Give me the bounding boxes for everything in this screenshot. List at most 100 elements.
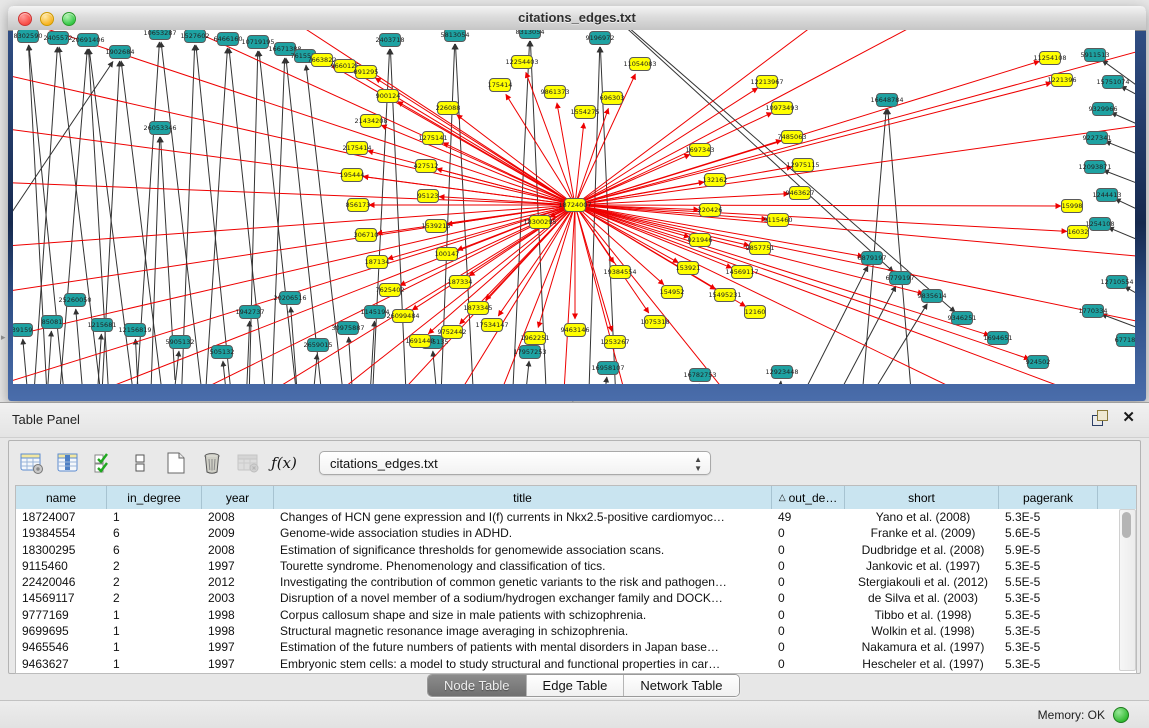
graph-node[interactable]: 9463627 (786, 187, 815, 200)
graph-node[interactable]: 9752442 (438, 326, 467, 339)
table-cell[interactable]: 6 (107, 542, 202, 558)
table-row[interactable]: 1830029562008Estimation of significance … (16, 542, 1136, 558)
graph-node[interactable]: 2403718 (376, 34, 405, 47)
tab-edge-table[interactable]: Edge Table (527, 675, 625, 696)
table-cell[interactable]: 0 (772, 656, 845, 672)
graph-node[interactable]: 9227341 (1083, 132, 1112, 145)
table-cell[interactable]: Changes of HCN gene expression and I(f) … (274, 509, 772, 525)
graph-node[interactable]: 9329966 (1089, 103, 1118, 116)
table-cell[interactable]: 9465546 (16, 639, 107, 655)
graph-node[interactable]: 12213967 (750, 76, 783, 89)
graph-node[interactable]: 10653287 (143, 30, 176, 40)
table-cell[interactable]: Investigating the contribution of common… (274, 574, 772, 590)
create-column-button[interactable] (163, 450, 189, 476)
table-cell[interactable]: 9115460 (16, 558, 107, 574)
graph-node[interactable]: 6779197 (886, 272, 915, 285)
graph-node[interactable]: 16782753 (683, 369, 716, 382)
table-cell[interactable]: 19384554 (16, 525, 107, 541)
graph-node[interactable]: 1694651 (984, 332, 1013, 345)
graph-node[interactable]: 1770334 (1079, 305, 1108, 318)
graph-node[interactable]: 9861373 (541, 86, 570, 99)
graph-node[interactable]: 17534147 (475, 319, 508, 332)
graph-node[interactable]: 921946 (688, 234, 713, 247)
graph-node[interactable]: 1873345 (464, 302, 493, 315)
graph-node[interactable]: 19384554 (603, 266, 636, 279)
graph-node[interactable]: 306710 (354, 229, 379, 242)
table-cell[interactable]: 9463627 (16, 656, 107, 672)
table-cell[interactable]: 2003 (202, 590, 274, 606)
column-header-pagerank[interactable]: pagerank (999, 486, 1098, 509)
table-cell[interactable]: 0 (772, 558, 845, 574)
table-cell[interactable]: Stergiakouli et al. (2012) (845, 574, 999, 590)
graph-node[interactable]: 1962251 (521, 332, 550, 345)
table-cell[interactable]: 5.3E-5 (999, 639, 1098, 655)
table-cell[interactable]: 0 (772, 542, 845, 558)
graph-node[interactable]: 1215681 (88, 319, 117, 332)
graph-node[interactable]: 11254108 (1033, 52, 1066, 65)
table-cell[interactable]: 0 (772, 590, 845, 606)
graph-node[interactable]: 5911513 (1081, 49, 1110, 62)
graph-node[interactable]: 8313054 (516, 30, 545, 39)
table-row[interactable]: 946554611997Estimation of the future num… (16, 639, 1136, 655)
graph-node[interactable]: 891295 (354, 66, 379, 79)
table-cell[interactable]: 2008 (202, 509, 274, 525)
graph-node[interactable]: 1942737 (236, 306, 265, 319)
table-row[interactable]: 911546021997Tourette syndrome. Phenomeno… (16, 558, 1136, 574)
table-cell[interactable]: 18724007 (16, 509, 107, 525)
tab-node-table[interactable]: Node Table (428, 675, 527, 696)
graph-node[interactable]: 2175414 (343, 142, 372, 155)
table-cell[interactable]: 2009 (202, 525, 274, 541)
table-cell[interactable]: Franke et al. (2009) (845, 525, 999, 541)
graph-node[interactable]: 924502 (1026, 356, 1051, 369)
graph-node[interactable]: 1697343 (686, 144, 715, 157)
graph-node[interactable]: 132162 (703, 174, 728, 187)
graph-node[interactable]: 1244413 (1093, 189, 1122, 202)
graph-node[interactable]: 95123 (418, 190, 439, 203)
splitter-handle-icon[interactable]: ▸ (1, 332, 6, 343)
table-cell[interactable]: 6 (107, 525, 202, 541)
graph-node[interactable]: 5813054 (441, 30, 470, 42)
graph-node[interactable]: 2405572 (44, 32, 73, 45)
table-cell[interactable]: Corpus callosum shape and size in male p… (274, 607, 772, 623)
graph-node[interactable]: 195444 (340, 169, 365, 182)
graph-node[interactable]: 9115460 (764, 214, 793, 227)
graph-node[interactable]: 12710554 (1100, 276, 1133, 289)
graph-node[interactable]: 10973493 (765, 102, 798, 115)
graph-node[interactable]: 1075318 (641, 316, 670, 329)
graph-node[interactable]: 25260050 (58, 294, 91, 307)
table-row[interactable]: 969969511998Structural magnetic resonanc… (16, 623, 1136, 639)
table-cell[interactable]: 1997 (202, 639, 274, 655)
table-mode-button[interactable] (19, 450, 45, 476)
graph-node[interactable]: 17957253 (513, 346, 546, 359)
show-columns-button[interactable] (55, 450, 81, 476)
table-cell[interactable]: 49 (772, 509, 845, 525)
table-cell[interactable]: 0 (772, 525, 845, 541)
table-row[interactable]: 977716911998Corpus callosum shape and si… (16, 607, 1136, 623)
table-cell[interactable]: 2 (107, 590, 202, 606)
table-cell[interactable]: 0 (772, 607, 845, 623)
table-cell[interactable]: 1 (107, 509, 202, 525)
graph-node[interactable]: 1275141 (419, 132, 448, 145)
table-cell[interactable]: 2008 (202, 542, 274, 558)
table-cell[interactable]: Tourette syndrome. Phenomenology and cla… (274, 558, 772, 574)
column-header-in-degree[interactable]: in_degree (107, 486, 202, 509)
column-header-name[interactable]: name (16, 486, 107, 509)
table-cell[interactable]: 1998 (202, 607, 274, 623)
row-options-button[interactable] (127, 450, 153, 476)
graph-node[interactable]: 226088 (436, 102, 461, 115)
graph-node[interactable]: 20206516 (273, 292, 306, 305)
table-row[interactable]: 1938455462009Genome-wide association stu… (16, 525, 1136, 541)
graph-node[interactable]: 505132 (210, 346, 235, 359)
graph-node[interactable]: 12156819 (118, 324, 151, 337)
table-cell[interactable]: 5.3E-5 (999, 590, 1098, 606)
graph-node[interactable]: 12160 (745, 306, 766, 319)
table-selector[interactable]: citations_edges.txt ▲▼ (319, 451, 711, 475)
table-row[interactable]: 2242004622012Investigating the contribut… (16, 574, 1136, 590)
window-titlebar[interactable]: citations_edges.txt (8, 6, 1146, 31)
graph-node[interactable]: 153921 (676, 262, 701, 275)
table-cell[interactable]: Estimation of significance thresholds fo… (274, 542, 772, 558)
graph-node[interactable]: 856173 (346, 199, 371, 212)
graph-node[interactable]: 1691440 (406, 335, 435, 348)
table-cell[interactable]: 2 (107, 574, 202, 590)
table-cell[interactable]: 14569117 (16, 590, 107, 606)
